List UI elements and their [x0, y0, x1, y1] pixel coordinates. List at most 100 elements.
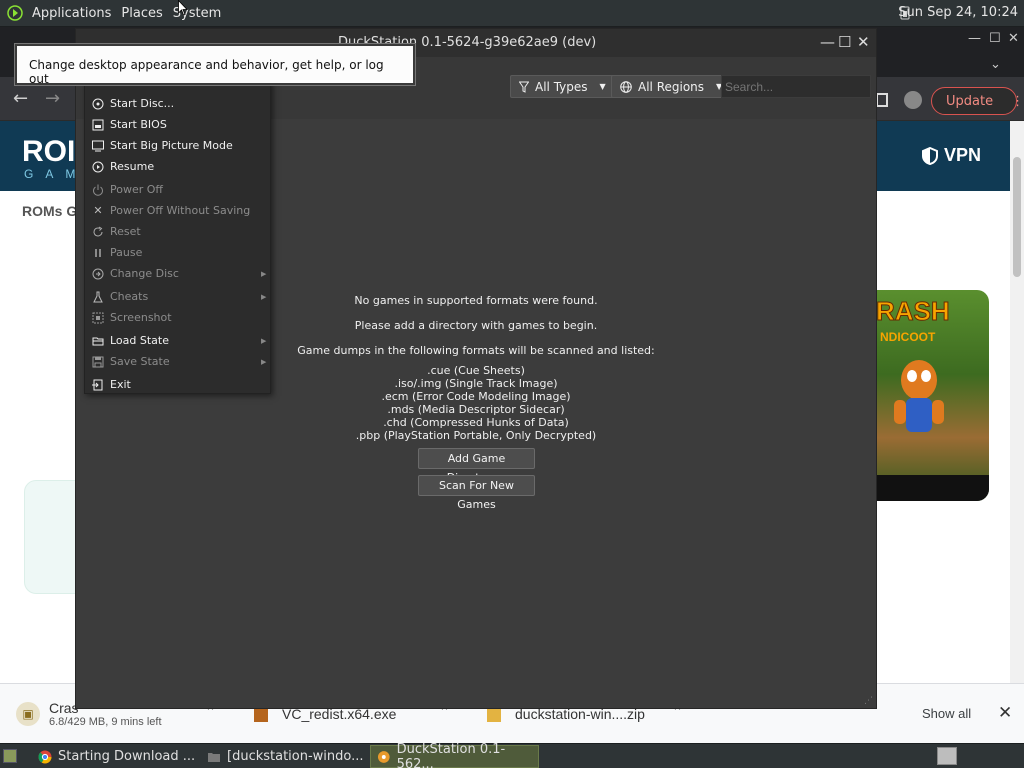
download-file-icon: ▣: [16, 702, 40, 726]
menu-item-label: Start Big Picture Mode: [110, 139, 233, 152]
workspace-switcher[interactable]: [937, 747, 957, 765]
show-all-link[interactable]: Show all: [922, 706, 971, 721]
menu-item-save-state[interactable]: Save State ▶: [85, 351, 270, 372]
more-vert-icon: ⋮: [1011, 93, 1024, 109]
taskbar-item-chrome[interactable]: Starting Download ...: [32, 745, 202, 768]
menu-item-label: Change Disc: [110, 267, 179, 280]
exit-icon: [91, 378, 105, 392]
scrollbar-thumb[interactable]: [1013, 157, 1021, 277]
flask-icon: [91, 290, 105, 304]
game-cover-image[interactable]: RASH NDICOOT: [876, 290, 989, 501]
breadcrumb[interactable]: ROMs G: [22, 203, 77, 219]
site-logo[interactable]: ROI: [22, 135, 75, 169]
scan-new-games-button[interactable]: Scan For New Games: [418, 475, 535, 511]
format-item: .pbp (PlayStation Portable, Only Decrypt…: [355, 429, 597, 442]
taskbar-item-duckstation[interactable]: DuckStation 0.1-562...: [370, 741, 539, 768]
region-filter-label: All Regions: [638, 79, 705, 94]
cover-title: RASH: [876, 296, 950, 327]
tab-search-icon[interactable]: ⌄: [990, 57, 1001, 72]
taskbar-item-label: DuckStation 0.1-562...: [396, 741, 506, 768]
dropdown-arrow-icon: ▼: [599, 82, 606, 91]
minimize-icon[interactable]: —: [820, 33, 835, 51]
back-arrow-icon[interactable]: ←: [13, 88, 28, 109]
places-menu[interactable]: Places: [117, 6, 166, 21]
taskbar-item-label: [duckstation-windo...: [227, 749, 364, 764]
reset-icon: [91, 225, 105, 239]
globe-icon: [620, 80, 632, 93]
close-icon[interactable]: ✕: [998, 703, 1012, 723]
screenshot-icon: [91, 311, 105, 325]
update-button[interactable]: Update ⋮: [931, 87, 1024, 115]
menu-item-label: Screenshot: [110, 311, 172, 324]
menu-item-exit[interactable]: Exit: [85, 374, 270, 395]
distro-logo-icon[interactable]: [4, 2, 26, 24]
folder-icon: [208, 752, 220, 762]
menu-item-resume[interactable]: Resume: [85, 156, 270, 177]
menu-item-label: Save State: [110, 355, 170, 368]
top-panel: Applications Places System Sun Sep 24, 1…: [0, 0, 1024, 27]
update-label: Update: [946, 93, 994, 109]
menu-item-power-off[interactable]: Power Off: [85, 179, 270, 200]
menu-item-label: Start BIOS: [110, 118, 167, 131]
close-icon[interactable]: ✕: [1008, 31, 1019, 46]
extension-icon[interactable]: [876, 93, 888, 107]
shield-icon: [922, 146, 938, 165]
close-icon[interactable]: ✕: [857, 33, 870, 51]
menu-item-reset[interactable]: Reset: [85, 221, 270, 242]
type-filter-label: All Types: [535, 79, 588, 94]
folder-open-icon: [91, 334, 105, 348]
menu-item-change-disc[interactable]: Change Disc ▶: [85, 263, 270, 284]
type-filter-dropdown[interactable]: All Types ▼: [510, 75, 615, 98]
formats-intro: Game dumps in the following formats will…: [297, 344, 655, 357]
resize-grip-icon[interactable]: ⋰: [864, 696, 874, 706]
menu-item-cheats[interactable]: Cheats ▶: [85, 286, 270, 307]
menu-item-pause[interactable]: Pause: [85, 242, 270, 263]
taskbar-item-folder[interactable]: [duckstation-windo...: [201, 745, 369, 768]
panel-clock[interactable]: Sun Sep 24, 10:24: [898, 5, 1018, 20]
menu-item-label: Exit: [110, 378, 131, 391]
vpn-link[interactable]: VPN: [922, 145, 981, 166]
menu-item-label: Power Off Without Saving: [110, 204, 251, 217]
menu-item-label: Reset: [110, 225, 141, 238]
system-menu-tooltip: Change desktop appearance and behavior, …: [15, 44, 415, 86]
show-desktop-icon[interactable]: [3, 749, 17, 763]
page-scrollbar[interactable]: [1010, 121, 1024, 697]
region-filter-dropdown[interactable]: All Regions ▼: [611, 75, 732, 98]
menu-item-label: Resume: [110, 160, 155, 173]
duckstation-icon: [377, 750, 390, 763]
menu-item-load-state[interactable]: Load State ▶: [85, 330, 270, 351]
menu-item-screenshot[interactable]: Screenshot: [85, 307, 270, 328]
disc-swap-icon: [91, 267, 105, 281]
formats-list: .cue (Cue Sheets) .iso/.img (Single Trac…: [226, 364, 726, 442]
search-input[interactable]: [721, 75, 871, 98]
submenu-arrow-icon: ▶: [261, 292, 267, 301]
chrome-icon: [38, 750, 52, 763]
submenu-arrow-icon: ▶: [261, 357, 267, 366]
play-icon: [91, 160, 105, 174]
menu-item-power-off-no-save[interactable]: ✕ Power Off Without Saving: [85, 200, 270, 221]
content-card: [24, 480, 76, 594]
menu-item-big-picture[interactable]: Start Big Picture Mode: [85, 135, 270, 156]
maximize-icon[interactable]: ☐: [989, 31, 1001, 46]
applications-menu[interactable]: Applications: [28, 6, 115, 21]
bottom-taskbar: Starting Download ... [duckstation-windo…: [0, 741, 1024, 768]
close-icon: ✕: [93, 204, 103, 217]
menu-item-label: Start Disc...: [110, 97, 175, 110]
menu-item-start-bios[interactable]: Start BIOS: [85, 114, 270, 135]
power-icon: [91, 183, 105, 197]
format-item: .cue (Cue Sheets): [427, 364, 525, 377]
download-progress-text: 6.8/429 MB, 9 mins left: [49, 716, 162, 728]
format-item: .chd (Compressed Hunks of Data): [383, 416, 569, 429]
maximize-icon[interactable]: ☐: [838, 33, 851, 51]
system-dropdown-menu: Start Disc... Start BIOS Start Big Pictu…: [84, 80, 271, 394]
monitor-icon: [91, 139, 105, 153]
save-icon: [91, 355, 105, 369]
menu-item-start-disc[interactable]: Start Disc...: [85, 93, 270, 114]
profile-avatar-icon[interactable]: [904, 91, 922, 109]
minimize-icon[interactable]: —: [968, 31, 981, 46]
vpn-label: VPN: [944, 145, 982, 165]
chip-icon: [91, 118, 105, 132]
forward-arrow-icon[interactable]: →: [45, 88, 60, 109]
format-item: .iso/.img (Single Track Image): [394, 377, 558, 390]
add-game-directory-button[interactable]: Add Game Directory...: [418, 448, 535, 484]
